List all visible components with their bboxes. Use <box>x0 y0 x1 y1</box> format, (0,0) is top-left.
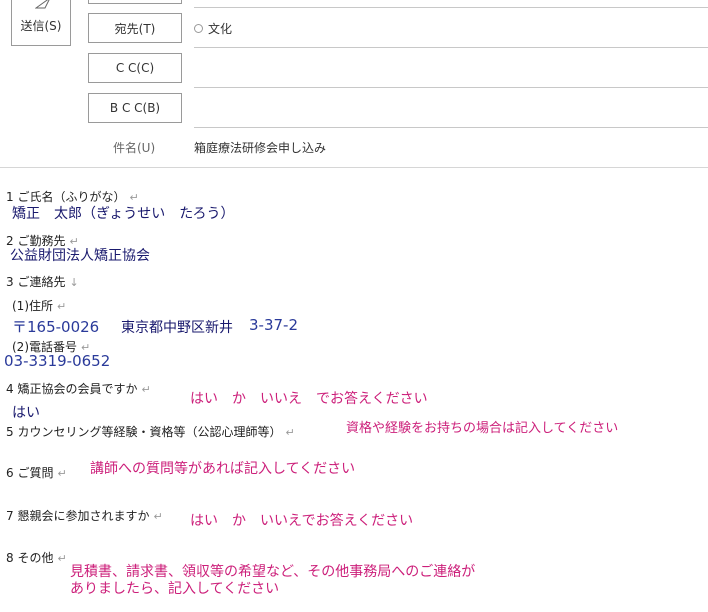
bcc-row: B C C(B) <box>88 88 708 128</box>
down-mark-icon: ↓ <box>69 276 79 289</box>
question-3: 3 ご連絡先 ↓ <box>6 275 79 289</box>
return-mark-icon: ↵ <box>57 300 67 313</box>
question-4: 4 矯正協会の会員ですか ↵ <box>6 382 151 396</box>
hint-4: はい か いいえ でお答えください <box>190 391 428 407</box>
cc-row: C C(C) <box>88 48 708 88</box>
hint-7: はい か いいえでお答えください <box>190 513 414 529</box>
answer-3-1-address: 東京都中野区新井 <box>121 320 233 336</box>
header-separator <box>0 167 708 168</box>
return-mark-icon: ↵ <box>285 426 295 439</box>
to-field[interactable]: 文化 <box>194 20 232 37</box>
question-3-1: (1)住所 ↵ <box>12 299 67 313</box>
hint-6: 講師への質問等があれば記入してください <box>90 461 356 477</box>
hint-5: 資格や経験をお持ちの場合は記入してください <box>346 421 619 436</box>
question-6: 6 ご質問 ↵ <box>6 466 67 480</box>
hint-8-line2: ありましたら、記入してください <box>70 581 280 597</box>
to-button[interactable]: 宛先(T) <box>88 13 182 43</box>
answer-3-2: 03-3319-0652 <box>4 352 111 370</box>
send-button[interactable]: 送信(S) <box>11 0 71 46</box>
subject-field[interactable]: 箱庭療法研修会申し込み <box>194 139 326 156</box>
to-recipient[interactable]: 文化 <box>208 20 232 37</box>
to-row: 宛先(T) 文化 <box>88 8 708 48</box>
answer-1: 矯正 太郎（ぎょうせい たろう） <box>12 206 235 222</box>
from-button-stub[interactable] <box>88 0 182 4</box>
send-icon <box>35 0 50 9</box>
return-mark-icon: ↵ <box>57 552 67 565</box>
answer-4: はい <box>12 405 40 421</box>
subject-label: 件名(U) <box>113 141 156 155</box>
question-5: 5 カウンセリング等経験・資格等（公認心理師等） ↵ <box>6 425 295 439</box>
send-button-label: 送信(S) <box>20 19 62 33</box>
return-mark-icon: ↵ <box>57 467 67 480</box>
cc-button[interactable]: C C(C) <box>88 53 182 83</box>
return-mark-icon: ↵ <box>153 510 163 523</box>
question-8: 8 その他 ↵ <box>6 551 67 565</box>
answer-3-1-zip: 〒165-0026 <box>12 318 100 336</box>
return-mark-icon: ↵ <box>141 383 151 396</box>
bcc-button[interactable]: B C C(B) <box>88 93 182 123</box>
answer-3-1-number: 3-37-2 <box>249 316 298 334</box>
recipient-status-icon <box>194 24 203 33</box>
bcc-field[interactable] <box>194 127 708 128</box>
question-7: 7 懇親会に参加されますか ↵ <box>6 509 163 523</box>
answer-2: 公益財団法人矯正協会 <box>10 248 150 264</box>
